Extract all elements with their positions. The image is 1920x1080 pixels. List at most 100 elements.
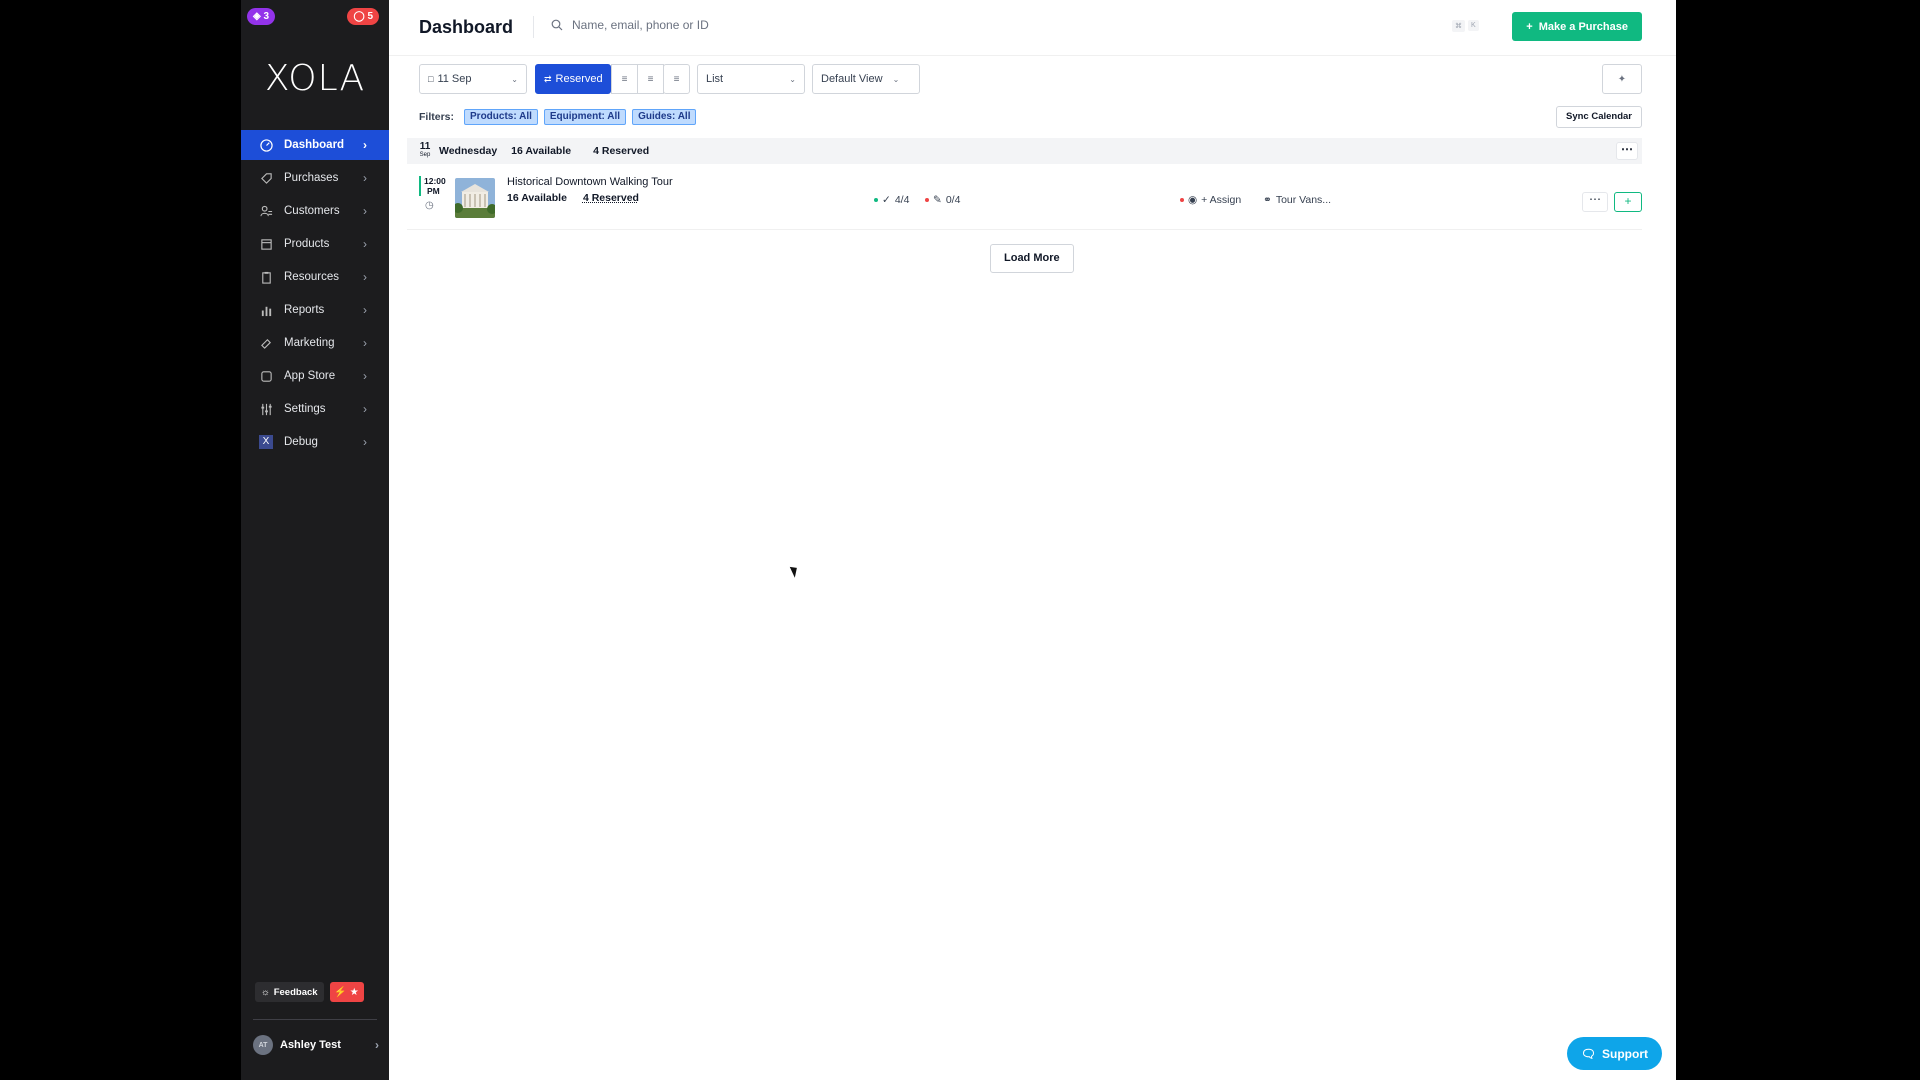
chevron-right-icon: › xyxy=(363,270,367,284)
status-dot xyxy=(874,198,878,202)
day-available: 16 Available xyxy=(511,145,572,157)
users-icon xyxy=(259,204,273,218)
sidebar-divider xyxy=(253,1019,377,1020)
sort-option-2[interactable]: ≡ xyxy=(637,64,664,94)
day-reserved: 4 Reserved xyxy=(593,145,650,157)
tag-icon xyxy=(259,171,273,185)
event-row[interactable]: 12:00 PM ◷ Historical Downtown Walking T… xyxy=(407,170,1642,230)
filter-bar: Filters: Products: All Equipment: All Gu… xyxy=(419,109,697,125)
waiver-count: 0/4 xyxy=(945,194,961,206)
search-input[interactable]: Name, email, phone or ID xyxy=(551,18,709,32)
event-more-button[interactable]: ⋯ xyxy=(1582,192,1608,212)
status-dot xyxy=(925,198,929,202)
sidebar-item-app-store[interactable]: App Store › xyxy=(241,361,389,391)
sidebar-item-dashboard[interactable]: Dashboard › xyxy=(241,130,389,160)
sort-option-1[interactable]: ≡ xyxy=(611,64,638,94)
sidebar-item-debug[interactable]: X Debug › xyxy=(241,427,389,457)
list-sort-icon: ≡ xyxy=(673,73,680,85)
notification-badge[interactable]: ◈ 3 xyxy=(247,8,276,25)
avatar: AT xyxy=(253,1035,273,1055)
bar-chart-icon xyxy=(259,303,273,317)
box-icon xyxy=(259,237,273,251)
sidebar-nav: Dashboard › Purchases › Customers › Prod… xyxy=(241,130,389,460)
checkin-status[interactable]: ✓ 4/4 xyxy=(874,194,909,206)
sidebar-item-label: Dashboard xyxy=(284,139,345,151)
user-menu[interactable]: AT Ashley Test › xyxy=(253,1035,379,1055)
wand-icon: ✦ xyxy=(1617,73,1627,85)
sidebar-item-customers[interactable]: Customers › xyxy=(241,196,389,226)
filter-chip-guides[interactable]: Guides: All xyxy=(632,109,697,125)
sidebar-item-purchases[interactable]: Purchases › xyxy=(241,163,389,193)
day-date: 11 Sep xyxy=(419,142,431,160)
chevron-right-icon: › xyxy=(363,303,367,317)
feedback-button[interactable]: ☼ Feedback xyxy=(255,982,324,1002)
event-capacity: 16 Available 4 Reserved xyxy=(507,192,639,204)
resource-assignment[interactable]: ⚭ Tour Vans... xyxy=(1263,194,1331,206)
sidebar-item-products[interactable]: Products › xyxy=(241,229,389,259)
dashboard-icon xyxy=(259,138,273,152)
day-weekday: Wednesday xyxy=(439,145,498,157)
event-add-button[interactable]: + xyxy=(1614,192,1642,212)
plus-icon: + xyxy=(1526,20,1533,33)
chevron-right-icon: › xyxy=(375,1038,379,1052)
sidebar-item-label: Debug xyxy=(284,436,318,448)
day-month: Sep xyxy=(419,152,431,158)
divider xyxy=(533,16,534,38)
resource-label: Tour Vans... xyxy=(1275,194,1332,206)
megaphone-icon xyxy=(259,336,273,350)
link-icon: ⚭ xyxy=(1263,194,1272,206)
assign-label: + Assign xyxy=(1201,194,1242,206)
support-button[interactable]: 🗨 Support xyxy=(1566,1037,1662,1070)
plus-icon: + xyxy=(1624,194,1632,208)
event-available: 16 Available xyxy=(507,192,567,204)
sidebar-item-settings[interactable]: Settings › xyxy=(241,394,389,424)
alert-badge[interactable]: ◯ 5 xyxy=(347,8,379,25)
event-time-ampm: PM xyxy=(427,186,440,196)
sidebar-badges: ◈ 3 ◯ 5 xyxy=(247,8,379,26)
assign-guide[interactable]: ◉ + Assign xyxy=(1180,194,1241,206)
calendar-icon: □ xyxy=(428,74,434,84)
checkin-count: 4/4 xyxy=(894,194,910,206)
sidebar-item-reports[interactable]: Reports › xyxy=(241,295,389,325)
top-bar: Dashboard Name, email, phone or ID ⌘ K +… xyxy=(389,0,1676,56)
logo[interactable]: XOLA xyxy=(241,58,389,99)
lightbulb-icon: ☼ xyxy=(261,986,270,998)
sync-calendar-button[interactable]: Sync Calendar xyxy=(1556,106,1642,128)
shortcut-key-k: K xyxy=(1468,20,1479,31)
sidebar-item-label: Resources xyxy=(284,271,339,283)
event-title[interactable]: Historical Downtown Walking Tour xyxy=(507,176,673,188)
waiver-status[interactable]: ✎ 0/4 xyxy=(925,194,960,206)
filter-chip-products[interactable]: Products: All xyxy=(464,109,538,125)
filter-chip-equipment[interactable]: Equipment: All xyxy=(543,109,627,125)
pencil-icon: ✎ xyxy=(933,194,942,206)
reserved-toggle[interactable]: ⇄ Reserved xyxy=(535,64,611,94)
chevron-right-icon: › xyxy=(363,336,367,350)
sidebar-item-marketing[interactable]: Marketing › xyxy=(241,328,389,358)
repeat-clock-icon: ◷ xyxy=(425,200,434,211)
event-reserved[interactable]: 4 Reserved xyxy=(583,192,639,204)
date-picker[interactable]: □ 11 Sep ⌄ xyxy=(419,64,527,94)
date-label: 11 Sep xyxy=(437,73,472,85)
chevron-right-icon: › xyxy=(363,369,367,383)
make-purchase-button[interactable]: + Make a Purchase xyxy=(1512,12,1642,41)
view-mode-select[interactable]: List ⌄ xyxy=(697,64,805,94)
event-thumbnail[interactable] xyxy=(455,178,495,218)
load-more-button[interactable]: Load More xyxy=(990,244,1074,273)
make-purchase-label: Make a Purchase xyxy=(1538,20,1628,33)
bug-report-button[interactable]: ⚡ ★ xyxy=(329,982,364,1002)
clipboard-icon xyxy=(259,270,273,284)
more-icon: ⋯ xyxy=(1589,192,1601,206)
x-icon: X xyxy=(259,435,273,449)
sidebar-item-resources[interactable]: Resources › xyxy=(241,262,389,292)
event-time-value: 12:00 xyxy=(424,176,446,186)
view-preset-select[interactable]: Default View ⌄ xyxy=(812,64,920,94)
sort-option-3[interactable]: ≡ xyxy=(663,64,690,94)
sidebar-item-label: Customers xyxy=(284,205,340,217)
toolbar: □ 11 Sep ⌄ ⇄ Reserved ≡ ≡ ≡ List ⌄ Defau… xyxy=(419,64,1642,94)
bug-icon: ★ xyxy=(349,986,359,998)
more-icon: ⋯ xyxy=(1621,142,1633,156)
day-header: 11 Sep Wednesday 16 Available 4 Reserved… xyxy=(407,138,1642,164)
day-more-button[interactable]: ⋯ xyxy=(1616,142,1638,160)
list-sort-icon: ≡ xyxy=(621,73,628,85)
magic-button[interactable]: ✦ xyxy=(1602,64,1642,94)
